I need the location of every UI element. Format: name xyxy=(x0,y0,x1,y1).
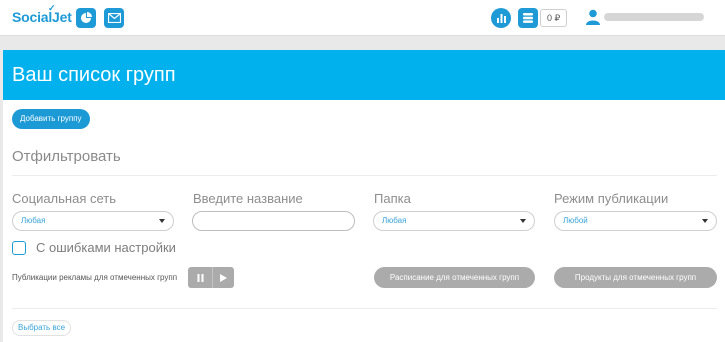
groups-card: Ваш список групп Добавить группу Отфильт… xyxy=(3,50,725,342)
pause-icon xyxy=(197,273,203,282)
errors-checkbox-label[interactable]: С ошибками настройки xyxy=(36,240,176,255)
top-bar: SocialJet ✓ 0 ₽ xyxy=(0,0,725,36)
chevron-down-icon xyxy=(520,219,526,223)
balance[interactable]: 0 ₽ xyxy=(518,8,568,28)
play-icon xyxy=(220,273,227,282)
chevron-down-icon xyxy=(159,219,165,223)
pause-button[interactable] xyxy=(188,267,212,288)
balance-amount: 0 ₽ xyxy=(540,9,568,27)
network-select-value: Любая xyxy=(21,216,46,225)
mail-icon[interactable] xyxy=(104,8,124,28)
ads-label: Публикации рекламы для отмеченных групп xyxy=(12,273,178,282)
mode-select-value: Любой xyxy=(563,216,588,225)
money-stack-icon xyxy=(518,8,538,28)
folder-label: Папка xyxy=(374,191,411,206)
errors-checkbox[interactable] xyxy=(12,241,26,255)
folder-select-value: Любая xyxy=(382,216,407,225)
logo-tick-icon: ✓ xyxy=(48,3,56,13)
logo[interactable]: SocialJet ✓ xyxy=(12,3,72,25)
folder-select[interactable]: Любая xyxy=(373,211,535,231)
divider xyxy=(12,308,717,309)
mode-label: Режим публикации xyxy=(554,191,669,206)
bar-chart-icon[interactable] xyxy=(491,8,511,28)
name-input[interactable] xyxy=(192,211,355,231)
user-name[interactable] xyxy=(604,13,704,21)
page-title: Ваш список групп xyxy=(12,64,176,86)
schedule-button[interactable]: Расписание для отмеченных групп xyxy=(374,267,535,288)
pie-chart-icon[interactable] xyxy=(76,8,96,28)
chevron-down-icon xyxy=(702,219,708,223)
divider xyxy=(12,175,717,176)
add-group-button[interactable]: Добавить группу xyxy=(12,109,90,129)
network-select[interactable]: Любая xyxy=(12,211,174,231)
filter-title: Отфильтровать xyxy=(12,148,121,165)
network-label: Социальная сеть xyxy=(12,191,116,206)
products-button[interactable]: Продукты для отмеченных групп xyxy=(554,267,717,288)
select-all-button[interactable]: Выбрать все xyxy=(12,320,72,336)
play-button[interactable] xyxy=(212,267,234,288)
mode-select[interactable]: Любой xyxy=(554,211,717,231)
name-label: Введите название xyxy=(193,191,303,206)
user-icon[interactable] xyxy=(586,9,600,30)
